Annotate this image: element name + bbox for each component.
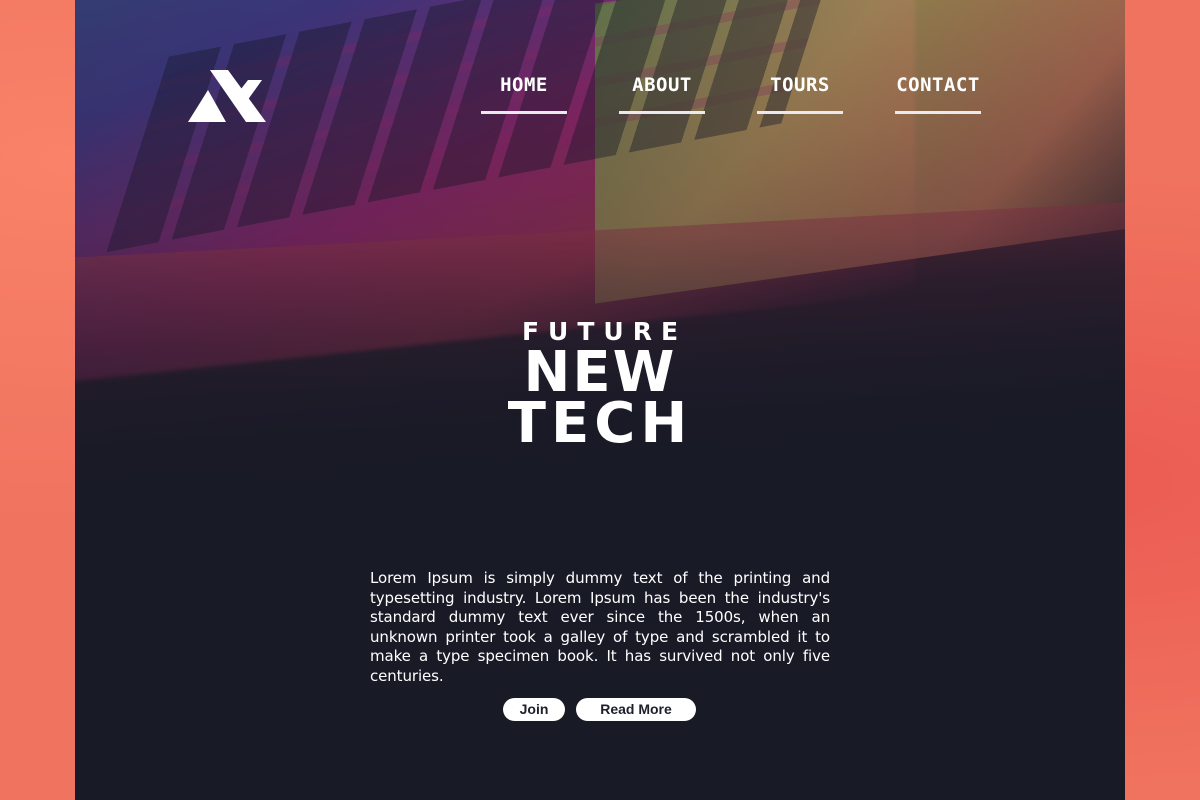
nav-item-home[interactable]: HOME: [481, 72, 567, 116]
nav-item-tours[interactable]: TOURS: [757, 72, 843, 116]
nav-label-home: HOME: [500, 74, 548, 96]
nav-label-about: ABOUT: [632, 74, 692, 96]
nav-label-tours: TOURS: [770, 74, 830, 96]
hero-title-line-2: TECH: [507, 391, 693, 456]
nav-underline: [895, 111, 981, 114]
hero-description: Lorem Ipsum is simply dummy text of the …: [370, 569, 830, 685]
nav-item-contact[interactable]: CONTACT: [895, 72, 981, 116]
page-backdrop: HOME ABOUT TOURS CONTACT FUTURE NEW TECH…: [0, 0, 1200, 800]
join-button[interactable]: Join: [503, 698, 565, 721]
nav-underline: [481, 111, 567, 114]
nav-label-contact: CONTACT: [896, 74, 980, 96]
nav-underline: [757, 111, 843, 114]
brand-logo-icon[interactable]: [188, 70, 266, 124]
read-more-button[interactable]: Read More: [576, 698, 696, 721]
hero-headline: FUTURE NEW TECH: [465, 318, 735, 456]
nav-underline: [619, 111, 705, 114]
nav-item-about[interactable]: ABOUT: [619, 72, 705, 116]
website-mockup: HOME ABOUT TOURS CONTACT FUTURE NEW TECH…: [75, 0, 1125, 800]
